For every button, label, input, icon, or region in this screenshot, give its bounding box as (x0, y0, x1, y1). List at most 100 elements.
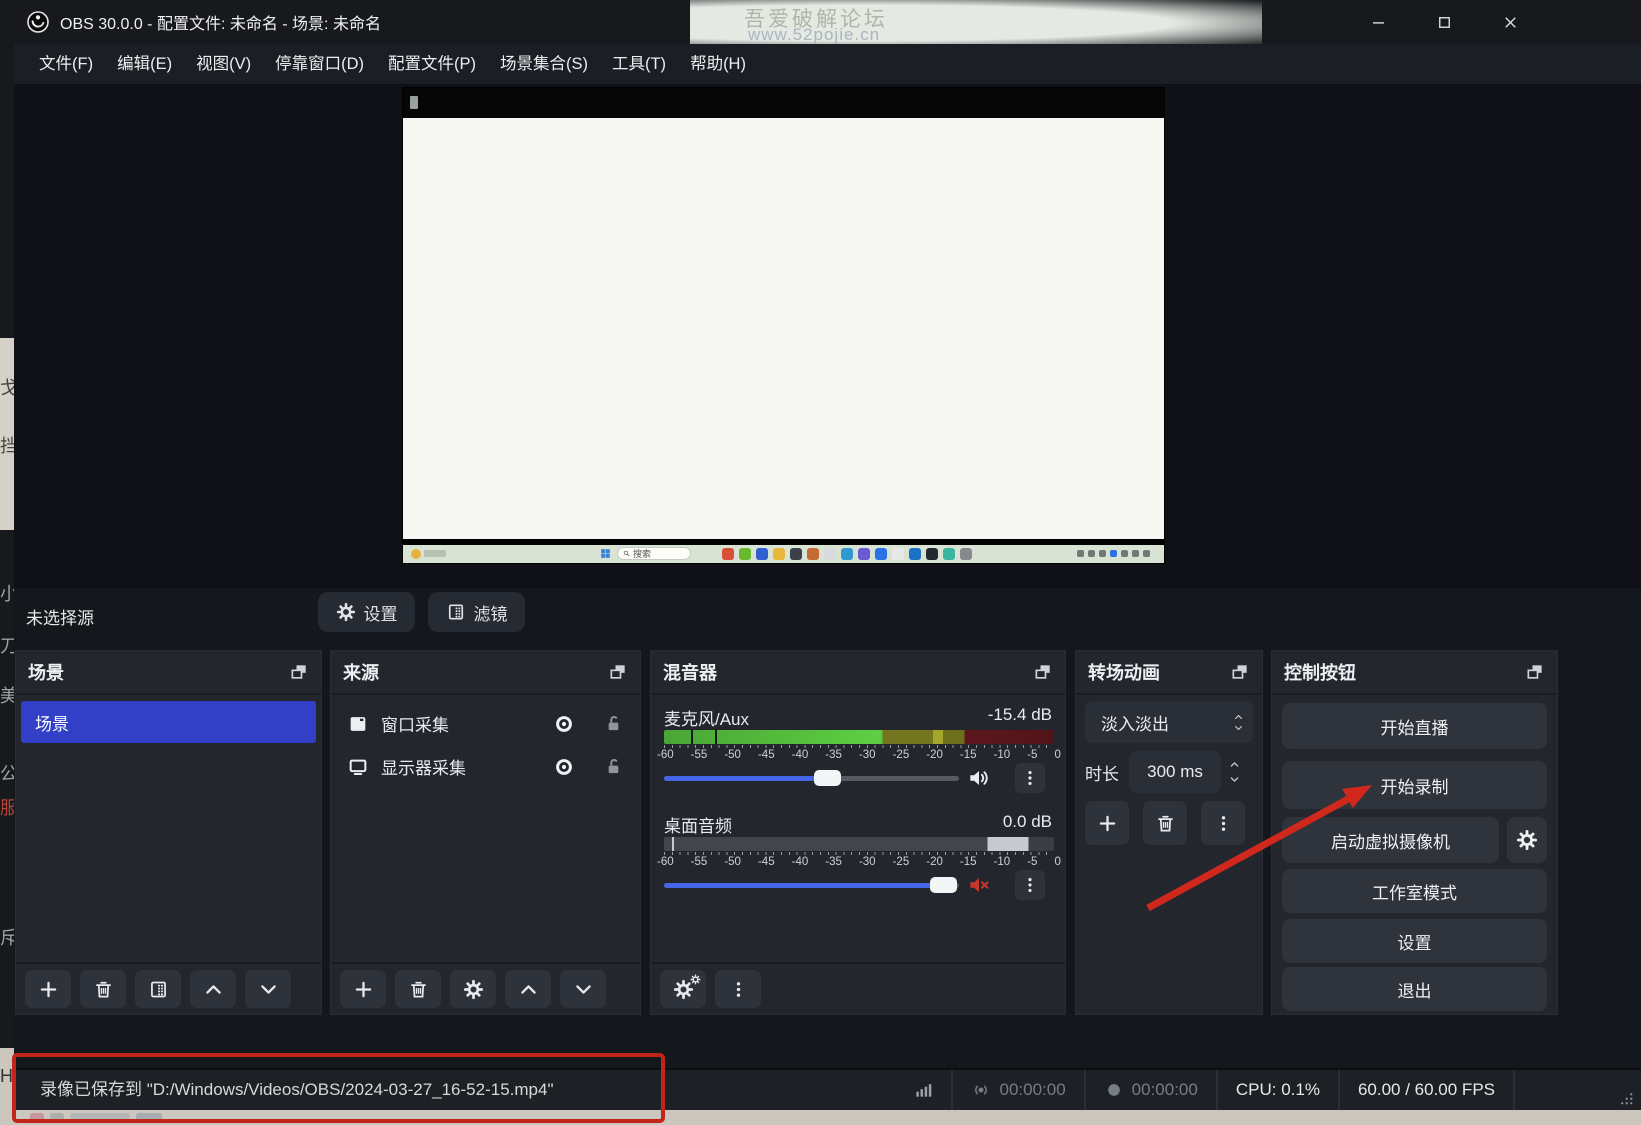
start-virtual-camera-button[interactable]: 启动虚拟摄像机 (1282, 817, 1499, 863)
menu-edit[interactable]: 编辑(E) (105, 44, 184, 84)
desktop-channel-name: 桌面音频 (664, 812, 732, 837)
source-down-button[interactable] (560, 970, 606, 1008)
mixer-panel-header: 混音器 (651, 651, 1065, 695)
desktop-options-button[interactable] (1015, 870, 1045, 900)
source-row-window-capture[interactable]: 窗口采集 (331, 703, 640, 744)
sources-toolbar (331, 962, 640, 1014)
source-label: 显示器采集 (381, 754, 541, 779)
mic-speaker-icon[interactable] (966, 765, 992, 791)
captured-window-content (403, 118, 1164, 539)
source-toolbar: 未选择源 设置 滤镜 (14, 588, 1641, 646)
popout-icon[interactable] (608, 662, 628, 682)
visibility-eye-icon[interactable] (553, 756, 575, 778)
add-source-button[interactable] (340, 970, 386, 1008)
source-up-button[interactable] (505, 970, 551, 1008)
desktop-edge-strip (0, 0, 14, 1125)
menu-profile[interactable]: 配置文件(P) (376, 44, 488, 84)
desktop-speaker-muted-icon[interactable] (966, 872, 992, 898)
spin-up-icon[interactable] (1227, 759, 1242, 770)
scenes-toolbar (16, 962, 321, 1014)
transitions-toolbar (1085, 801, 1245, 845)
start-virtual-camera-label: 启动虚拟摄像机 (1331, 828, 1450, 853)
scene-up-button[interactable] (190, 970, 236, 1008)
start-recording-button[interactable]: 开始录制 (1282, 761, 1547, 809)
gear-icon (336, 602, 356, 622)
popout-icon[interactable] (289, 662, 309, 682)
menu-scene-collection[interactable]: 场景集合(S) (488, 44, 600, 84)
record-time: 00:00:00 (1132, 1080, 1198, 1100)
scene-filters-button[interactable] (135, 970, 181, 1008)
mic-volume-meter (664, 730, 1054, 744)
desktop-glyph: 美 (0, 686, 14, 706)
resize-grip[interactable] (1617, 1089, 1635, 1107)
advanced-audio-button[interactable] (660, 970, 706, 1008)
no-source-label: 未选择源 (26, 604, 94, 629)
status-message: 录像已保存到 "D:/Windows/Videos/OBS/2024-03-27… (40, 1070, 553, 1110)
duration-value: 300 ms (1147, 762, 1203, 782)
menu-tools[interactable]: 工具(T) (600, 44, 678, 84)
menu-view[interactable]: 视图(V) (184, 44, 263, 84)
close-button[interactable] (1487, 0, 1533, 44)
remove-scene-button[interactable] (80, 970, 126, 1008)
menu-file[interactable]: 文件(F) (27, 44, 105, 84)
start-streaming-button[interactable]: 开始直播 (1282, 703, 1547, 749)
transition-options-button[interactable] (1201, 801, 1245, 845)
captured-app-icon (410, 96, 418, 109)
maximize-button[interactable] (1421, 0, 1467, 44)
controls-panel: 控制按钮 开始直播 开始录制 启动虚拟摄像机 工作室模式 设置 退出 (1271, 650, 1558, 1015)
mixer-options-button[interactable] (715, 970, 761, 1008)
popout-icon[interactable] (1230, 662, 1250, 682)
lock-open-icon[interactable] (603, 713, 624, 734)
remove-transition-button[interactable] (1143, 801, 1187, 845)
stream-timer: 00:00:00 (953, 1080, 1083, 1100)
cpu-usage: CPU: 0.1% (1218, 1080, 1338, 1100)
menu-docks[interactable]: 停靠窗口(D) (263, 44, 376, 84)
desktop-slider-handle[interactable] (930, 877, 957, 893)
start-recording-label: 开始录制 (1381, 773, 1449, 798)
menu-help[interactable]: 帮助(H) (678, 44, 758, 84)
status-stats: 00:00:00 00:00:00 CPU: 0.1% 60.00 / 60.0… (895, 1070, 1515, 1110)
transitions-panel-header: 转场动画 (1076, 651, 1262, 695)
desktop-glyph: 公 (0, 764, 14, 784)
source-properties-gear-button[interactable] (450, 970, 496, 1008)
taskbar-app-icons (722, 548, 972, 560)
preview-canvas[interactable]: 搜索 (403, 88, 1164, 563)
mic-slider-handle[interactable] (814, 770, 841, 786)
sources-panel: 来源 窗口采集 显示器采集 (330, 650, 641, 1015)
mic-volume-slider[interactable] (664, 767, 959, 789)
studio-mode-button[interactable]: 工作室模式 (1282, 869, 1547, 913)
desktop-volume-slider[interactable] (664, 874, 959, 896)
display-capture-icon (347, 756, 369, 778)
visibility-eye-icon[interactable] (553, 713, 575, 735)
source-row-display-capture[interactable]: 显示器采集 (331, 746, 640, 787)
remove-source-button[interactable] (395, 970, 441, 1008)
settings-button[interactable]: 设置 (1282, 919, 1547, 963)
exit-button[interactable]: 退出 (1282, 967, 1547, 1011)
transition-duration-row: 时长 300 ms (1085, 751, 1253, 793)
source-filters-button[interactable]: 滤镜 (428, 592, 525, 632)
source-properties-button[interactable]: 设置 (318, 592, 415, 632)
settings-label: 设置 (1398, 929, 1432, 954)
transition-selected-value: 淡入淡出 (1085, 710, 1223, 735)
scene-down-button[interactable] (245, 970, 291, 1008)
mic-options-button[interactable] (1015, 763, 1045, 793)
minimize-button[interactable] (1355, 0, 1401, 44)
popout-icon[interactable] (1033, 662, 1053, 682)
window-title: OBS 30.0.0 - 配置文件: 未命名 - 场景: 未命名 (60, 10, 381, 34)
lock-open-icon[interactable] (603, 756, 624, 777)
chevron-up-icon (1232, 712, 1245, 722)
virtual-camera-config-button[interactable] (1507, 817, 1547, 863)
spin-down-icon[interactable] (1227, 774, 1242, 785)
add-scene-button[interactable] (25, 970, 71, 1008)
desktop-db-scale: -60-55-50-45-40-35-30-25-20-15-10-50 (657, 856, 1061, 868)
scene-item-label: 场景 (35, 710, 69, 735)
source-filters-label: 滤镜 (474, 600, 508, 625)
mixer-panel: 混音器 麦克风/Aux -15.4 dB -60-55-50-45-40-35-… (650, 650, 1066, 1015)
duration-spinbox[interactable]: 300 ms (1129, 751, 1221, 793)
add-transition-button[interactable] (1085, 801, 1129, 845)
studio-mode-label: 工作室模式 (1372, 879, 1457, 904)
scene-list-item-selected[interactable]: 场景 (21, 701, 316, 743)
transition-select[interactable]: 淡入淡出 (1085, 701, 1253, 743)
popout-icon[interactable] (1525, 662, 1545, 682)
mic-db-scale: -60-55-50-45-40-35-30-25-20-15-10-50 (657, 749, 1061, 761)
